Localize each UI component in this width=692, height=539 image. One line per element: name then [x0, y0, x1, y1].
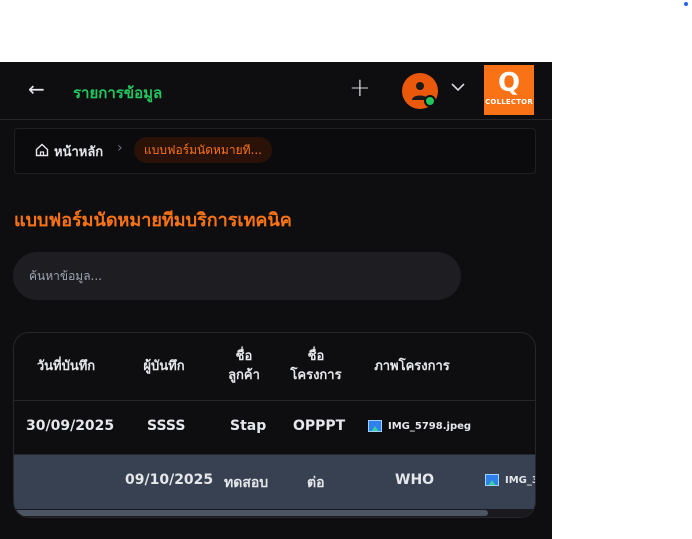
table-cell-image[interactable]: IMG_5798.jpeg: [368, 420, 471, 432]
image-file-name[interactable]: IMG_5798.jpeg: [388, 421, 471, 432]
top-bar: ← รายการข้อมูล + Q COLLECTOR: [0, 62, 552, 120]
status-dot: [684, 2, 688, 6]
table-cell-customer[interactable]: Stap: [230, 418, 266, 434]
table-cell-customer[interactable]: ต่อ: [307, 472, 325, 494]
column-header-label: ชื่อ: [235, 349, 253, 364]
column-header-label: ชื่อ: [307, 349, 325, 364]
column-header-recorder[interactable]: ผู้บันทึก: [126, 357, 202, 376]
page-title: แบบฟอร์มนัดหมายทีมบริการเทคนิค: [14, 210, 292, 231]
search-input[interactable]: [13, 252, 461, 300]
chevron-down-icon[interactable]: [451, 83, 465, 92]
table-cell-project[interactable]: OPPPT: [293, 418, 345, 434]
column-header-label: ลูกค้า: [228, 368, 260, 383]
image-file-icon: [485, 474, 499, 486]
home-icon[interactable]: [35, 143, 49, 157]
column-header-project[interactable]: ชื่อ โครงการ: [281, 347, 351, 385]
logo-letter: Q: [497, 68, 521, 98]
back-arrow-icon[interactable]: ←: [28, 77, 45, 101]
column-header-label: ภาพโครงการ: [374, 359, 450, 374]
breadcrumb-home[interactable]: หน้าหลัก: [54, 141, 103, 162]
app-window: ← รายการข้อมูล + Q COLLECTOR หน้าหลัก › …: [0, 62, 552, 539]
logo-text: COLLECTOR: [485, 98, 533, 106]
table-cell-recorder[interactable]: SSSS: [147, 418, 185, 434]
column-header-label: วันที่บันทึก: [36, 359, 96, 374]
table-row-selected[interactable]: 09/10/2025 ทดสอบ ต่อ WHO IMG_3: [14, 455, 535, 509]
column-header-label: โครงการ: [290, 368, 342, 383]
data-table: วันที่บันทึก ผู้บันทึก ชื่อ ลูกค้า ชื่อ …: [13, 332, 536, 518]
horizontal-scrollbar-thumb[interactable]: [14, 510, 488, 516]
column-header-image[interactable]: ภาพโครงการ: [364, 357, 460, 376]
header-title: รายการข้อมูล: [73, 84, 163, 102]
column-header-customer[interactable]: ชื่อ ลูกค้า: [214, 347, 274, 385]
breadcrumb-current[interactable]: แบบฟอร์มนัดหมายที...: [134, 137, 272, 163]
breadcrumb: หน้าหลัก › แบบฟอร์มนัดหมายที...: [14, 128, 536, 174]
image-file-icon: [368, 420, 382, 432]
add-icon[interactable]: +: [349, 74, 371, 102]
column-header-date[interactable]: วันที่บันทึก: [22, 357, 110, 376]
table-cell-date[interactable]: 30/09/2025: [26, 418, 114, 434]
qcollector-logo[interactable]: Q COLLECTOR: [484, 65, 534, 115]
table-cell-project[interactable]: WHO: [395, 472, 434, 488]
image-file-name[interactable]: IMG_3: [505, 475, 535, 486]
table-cell-date[interactable]: 09/10/2025: [125, 472, 213, 488]
breadcrumb-separator: ›: [117, 140, 123, 156]
table-cell-recorder[interactable]: ทดสอบ: [224, 472, 268, 494]
table-cell-image[interactable]: IMG_3: [485, 474, 535, 486]
header-divider: [14, 400, 535, 401]
column-header-label: ผู้บันทึก: [143, 359, 185, 374]
online-indicator: [424, 95, 436, 107]
avatar[interactable]: [402, 73, 438, 109]
